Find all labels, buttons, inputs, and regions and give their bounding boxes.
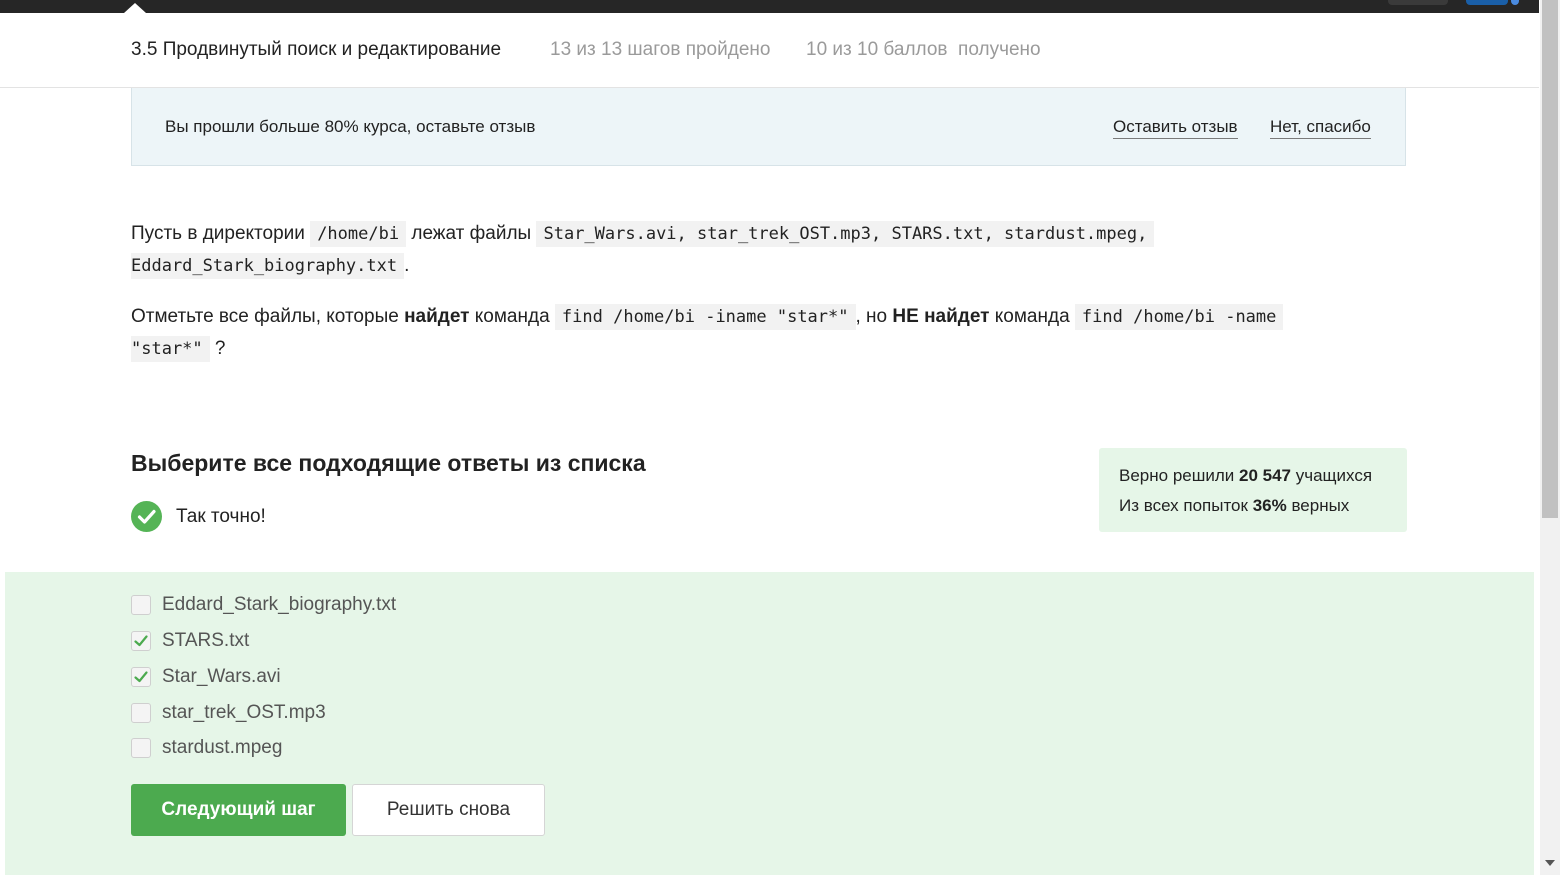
code-command-name: find /home/bi -name — [1074, 304, 1284, 330]
question-text-span: команда — [469, 306, 555, 327]
answer-option-label: star_trek_OST.mp3 — [162, 702, 326, 723]
question-bold-find: найдет — [404, 306, 470, 327]
checkbox-unchecked[interactable] — [131, 738, 151, 758]
solved-count: 20 547 — [1239, 466, 1291, 485]
scrollbar[interactable] — [1540, 0, 1560, 875]
active-nav-indicator — [124, 3, 146, 13]
navbar-button[interactable] — [1388, 0, 1448, 5]
question-text-span: , но — [855, 306, 893, 327]
answer-option-label: Star_Wars.avi — [162, 666, 281, 687]
choose-answers-title: Выберите все подходящие ответы из списка — [131, 450, 646, 476]
checkbox-unchecked[interactable] — [131, 595, 151, 615]
question-paragraph-2: Отметьте все файлы, которые найдет коман… — [131, 301, 1411, 365]
points-progress: 10 из 10 баллов получено — [806, 39, 1041, 60]
question-text-span: ? — [209, 338, 226, 359]
attempts-percent-line: Из всех попыток 36% верных — [1119, 496, 1349, 516]
question-text-span: команда — [989, 306, 1075, 327]
checkmark-icon — [134, 635, 148, 647]
next-step-button[interactable]: Следующий шаг — [131, 784, 346, 836]
steps-progress: 13 из 13 шагов пройдено — [550, 39, 771, 60]
code-directory: /home/bi — [310, 221, 407, 247]
answers-area: Eddard_Stark_biography.txt STARS.txt Sta… — [5, 572, 1534, 875]
checkbox-unchecked[interactable] — [131, 703, 151, 723]
code-file-last: Eddard_Stark_biography.txt — [131, 253, 405, 279]
lesson-header: 3.5 Продвинутый поиск и редактирование 1… — [0, 13, 1539, 88]
code-command-name-pattern: "star*" — [131, 336, 210, 362]
top-navbar — [0, 0, 1539, 13]
correct-message: Так точно! — [176, 506, 266, 527]
success-check-icon — [131, 501, 162, 532]
stats-box: Верно решили 20 547 учащихся Из всех поп… — [1099, 448, 1407, 532]
review-banner: Вы прошли больше 80% курса, оставьте отз… — [131, 88, 1406, 166]
lesson-title[interactable]: 3.5 Продвинутый поиск и редактирование — [131, 39, 501, 61]
stats-text: Из всех попыток — [1119, 496, 1253, 515]
stats-text: Верно решили — [1119, 466, 1239, 485]
scroll-down-arrow-icon[interactable] — [1545, 860, 1555, 866]
code-command-iname: find /home/bi -iname "star*" — [554, 304, 856, 330]
review-banner-text: Вы прошли больше 80% курса, оставьте отз… — [165, 117, 536, 136]
stats-text: учащихся — [1291, 466, 1373, 485]
no-thanks-link[interactable]: Нет, спасибо — [1270, 117, 1371, 139]
answer-option-label: stardust.mpeg — [162, 737, 283, 758]
question-text-span: Отметьте все файлы, которые — [131, 306, 405, 327]
question-text-span: Пусть в директории — [131, 223, 311, 244]
question-text-span: . — [404, 255, 410, 276]
checkbox-checked[interactable] — [131, 631, 151, 651]
question-text: Пусть в директории /home/bi лежат файлы … — [131, 218, 1411, 384]
navbar-primary-button[interactable] — [1466, 0, 1508, 5]
leave-review-link[interactable]: Оставить отзыв — [1113, 117, 1238, 139]
question-bold-not-find: НЕ найдет — [892, 306, 990, 327]
question-paragraph-1: Пусть в директории /home/bi лежат файлы … — [131, 218, 1411, 282]
checkbox-checked[interactable] — [131, 667, 151, 687]
attempts-percent: 36% — [1252, 496, 1287, 515]
question-text-span: лежат файлы — [406, 223, 537, 244]
solve-again-button[interactable]: Решить снова — [352, 784, 545, 836]
checkmark-icon — [134, 671, 148, 683]
notification-dot — [1511, 0, 1519, 5]
answer-option-label: Eddard_Stark_biography.txt — [162, 594, 397, 615]
answer-option-label: STARS.txt — [162, 630, 250, 651]
solved-count-line: Верно решили 20 547 учащихся — [1119, 466, 1372, 486]
stats-text: верных — [1286, 496, 1350, 515]
scrollbar-thumb[interactable] — [1542, 0, 1558, 518]
code-file-list: Star_Wars.avi, star_trek_OST.mp3, STARS.… — [536, 221, 1155, 247]
